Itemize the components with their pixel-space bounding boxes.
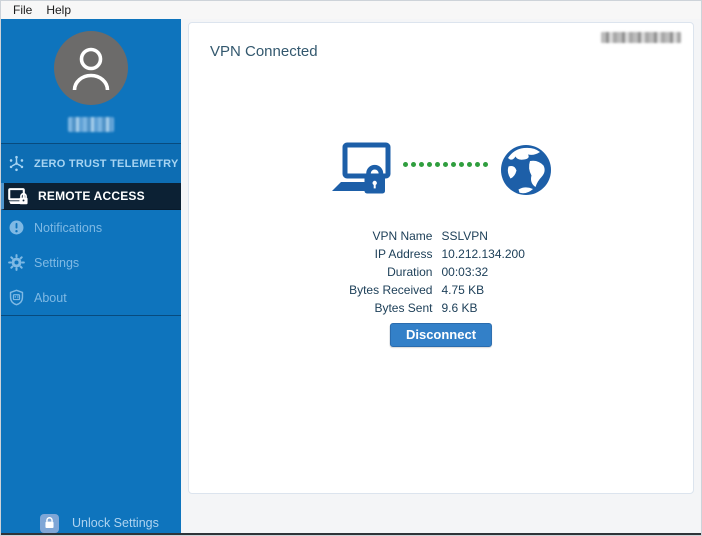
sidebar-item-label: Notifications <box>34 220 103 235</box>
sidebar-item-zero-trust-telemetry[interactable]: ZERO TRUST TELEMETRY <box>0 144 181 183</box>
sidebar: ZERO TRUST TELEMETRY REMOTE ACCESS Notif… <box>0 19 181 533</box>
detail-row: Duration 00:03:32 <box>349 263 525 281</box>
detail-value: 00:03:32 <box>441 265 489 279</box>
connection-graphic <box>189 135 693 205</box>
detail-value: 9.6 KB <box>441 301 478 315</box>
main-area: VPN Connected VPN Name SSLVPN IP Address… <box>181 19 702 533</box>
detail-row: VPN Name SSLVPN <box>349 227 525 245</box>
sidebar-item-about[interactable]: About <box>0 280 181 315</box>
page-title: VPN Connected <box>210 43 318 60</box>
sidebar-nav: ZERO TRUST TELEMETRY REMOTE ACCESS Notif… <box>0 143 181 316</box>
sidebar-item-label: Settings <box>34 255 80 270</box>
sidebar-item-label: About <box>34 290 67 305</box>
detail-value: 10.212.134.200 <box>441 247 525 261</box>
detail-label: IP Address <box>374 247 433 261</box>
divider <box>0 315 181 316</box>
connection-details: VPN Name SSLVPN IP Address 10.212.134.20… <box>189 227 693 317</box>
laptop-lock-icon <box>331 142 390 194</box>
sidebar-item-unlock-settings[interactable]: Unlock Settings <box>0 509 181 533</box>
dotted-connection-line <box>402 161 488 167</box>
menu-item-file[interactable]: File <box>6 2 39 18</box>
shield-icon <box>9 289 24 306</box>
remote-desktop-lock-icon <box>8 187 28 204</box>
sidebar-item-label: REMOTE ACCESS <box>38 189 145 203</box>
telemetry-icon <box>9 155 24 172</box>
lock-icon <box>40 513 59 533</box>
content-card: VPN Connected VPN Name SSLVPN IP Address… <box>188 22 694 494</box>
avatar <box>53 31 128 105</box>
gear-icon <box>8 254 25 271</box>
globe-icon <box>500 145 551 195</box>
sidebar-item-settings[interactable]: Settings <box>0 245 181 280</box>
detail-label: Duration <box>387 265 433 279</box>
sidebar-item-remote-access[interactable]: REMOTE ACCESS <box>0 183 181 210</box>
redacted-username <box>67 117 114 132</box>
redacted-account-id <box>601 32 681 43</box>
detail-row: Bytes Sent 9.6 KB <box>349 299 525 317</box>
detail-label: Bytes Received <box>349 283 433 297</box>
sidebar-item-label: ZERO TRUST TELEMETRY <box>34 157 179 170</box>
detail-label: VPN Name <box>372 229 433 243</box>
detail-row: Bytes Received 4.75 KB <box>349 281 525 299</box>
detail-value: 4.75 KB <box>441 283 485 297</box>
menu-item-help[interactable]: Help <box>39 2 78 18</box>
exclamation-circle-icon <box>9 220 24 235</box>
detail-label: Bytes Sent <box>374 301 433 315</box>
person-icon <box>72 47 109 91</box>
detail-value: SSLVPN <box>441 229 488 243</box>
menu-bar: File Help <box>0 0 702 19</box>
detail-row: IP Address 10.212.134.200 <box>349 245 525 263</box>
disconnect-button[interactable]: Disconnect <box>389 323 493 347</box>
sidebar-footer-label: Unlock Settings <box>72 516 159 530</box>
sidebar-item-notifications[interactable]: Notifications <box>0 210 181 245</box>
